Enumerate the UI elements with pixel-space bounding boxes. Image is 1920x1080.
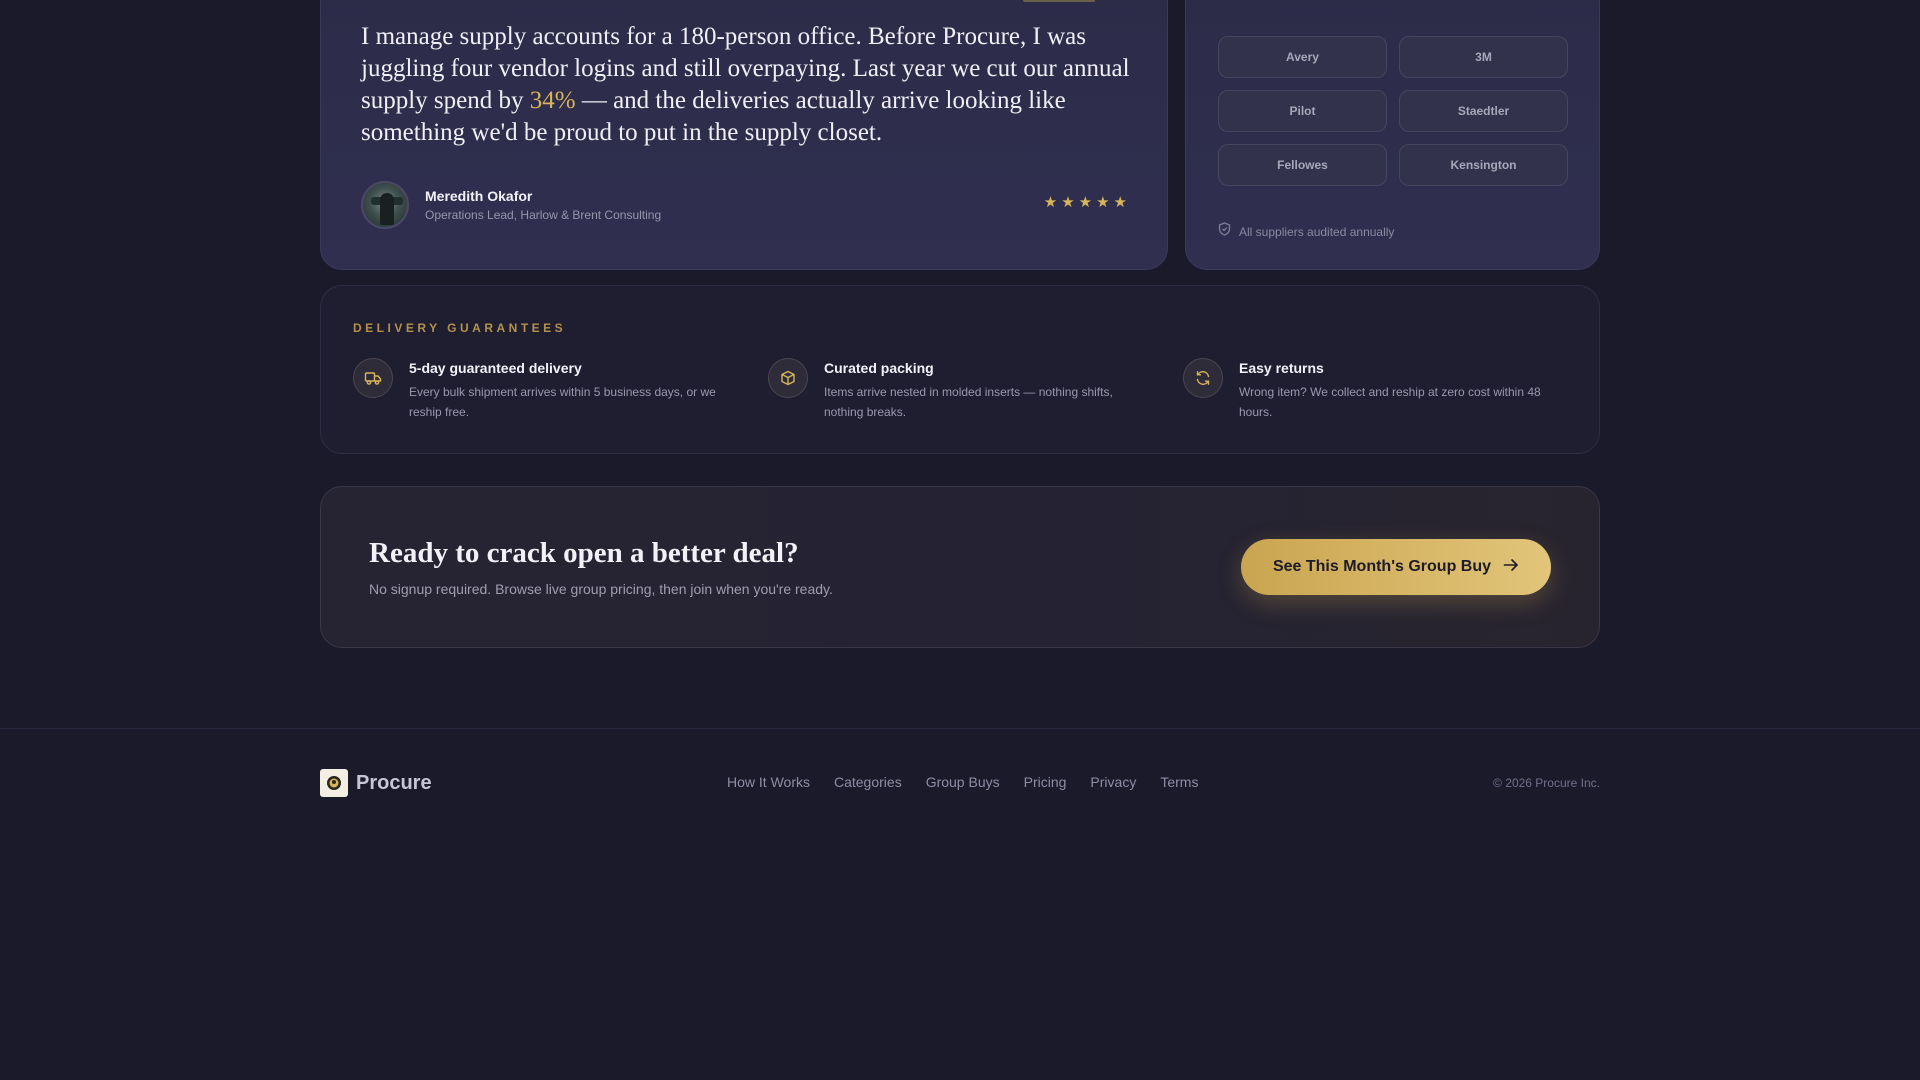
copyright: © 2026 Procure Inc. [1493,776,1600,790]
avatar [361,181,409,229]
supplier-grid: Avery 3M Pilot Staedtler Fellowes Kensin… [1218,36,1568,186]
footer-link-group-buys[interactable]: Group Buys [926,774,1000,790]
supplier-chip-pilot[interactable]: Pilot [1218,90,1387,132]
card-tab-indicator [1023,0,1095,2]
feature-packing: Curated packing Items arrive nested in m… [768,358,1148,422]
testimonial-quote: I manage supply accounts for a 180-perso… [361,21,1151,149]
footer-link-how-it-works[interactable]: How It Works [727,774,810,790]
footer-link-categories[interactable]: Categories [834,774,902,790]
shield-icon [1218,222,1231,241]
box-icon [768,358,808,398]
testimonial-card: I manage supply accounts for a 180-perso… [320,0,1168,270]
author-role: Operations Lead, Harlow & Brent Consulti… [425,208,662,222]
feature-description: Wrong item? We collect and reship at zer… [1239,385,1541,419]
feature-title: Easy returns [1239,360,1324,376]
quote-highlight: 34% [529,87,576,114]
supplier-chip-avery[interactable]: Avery [1218,36,1387,78]
refresh-icon [1183,358,1223,398]
footer-link-privacy[interactable]: Privacy [1090,774,1136,790]
star-icon: ★ [1061,194,1075,211]
feature-title: Curated packing [824,360,934,376]
feature-description: Every bulk shipment arrives within 5 bus… [409,385,716,419]
cta-title: Ready to crack open a better deal? [369,537,799,569]
testimonial-author: Meredith Okafor Operations Lead, Harlow … [361,181,661,229]
supplier-chip-kensington[interactable]: Kensington [1399,144,1568,186]
supplier-chip-fellowes[interactable]: Fellowes [1218,144,1387,186]
cta-subtitle: No signup required. Browse live group pr… [369,581,833,597]
suppliers-card: Avery 3M Pilot Staedtler Fellowes Kensin… [1185,0,1600,270]
star-icon: ★ [1043,194,1058,211]
feature-returns: Easy returns Wrong item? We collect and … [1183,358,1563,422]
footer-divider [0,728,1920,729]
star-icon: ★ [1096,194,1110,211]
footer-link-terms[interactable]: Terms [1160,774,1198,790]
footer-logo[interactable]: Procure [320,769,432,797]
group-buy-button-label: See This Month's Group Buy [1272,558,1492,575]
footer-link-pricing[interactable]: Pricing [1024,774,1067,790]
group-buy-button[interactable]: See This Month's Group Buy [1241,539,1551,595]
page: I manage supply accounts for a 180-perso… [0,0,1920,1080]
star-icon: ★ [1078,194,1093,211]
arrow-right-icon [1503,558,1519,577]
star-rating: ★ ★ ★ ★ ★ [1044,195,1127,210]
feature-description: Items arrive nested in molded inserts — … [824,385,1113,419]
author-name: Meredith Okafor [425,188,533,204]
brand-name: Procure [356,771,432,794]
star-icon: ★ [1113,194,1127,211]
audit-note: All suppliers audited annually [1218,222,1394,241]
supplier-chip-3m[interactable]: 3M [1399,36,1568,78]
footer-nav: How It Works Categories Group Buys Prici… [727,774,1198,790]
delivery-guarantees-section: DELIVERY GUARANTEES 5-day guaranteed del… [320,285,1600,454]
logo-mark-icon [320,769,348,797]
cta-banner: Ready to crack open a better deal? No si… [320,486,1600,648]
section-title: DELIVERY GUARANTEES [353,321,567,335]
supplier-chip-staedtler[interactable]: Staedtler [1399,90,1568,132]
audit-note-text: All suppliers audited annually [1239,224,1395,239]
feature-delivery: 5-day guaranteed delivery Every bulk shi… [353,358,733,422]
feature-title: 5-day guaranteed delivery [409,360,582,376]
truck-icon [353,358,393,398]
